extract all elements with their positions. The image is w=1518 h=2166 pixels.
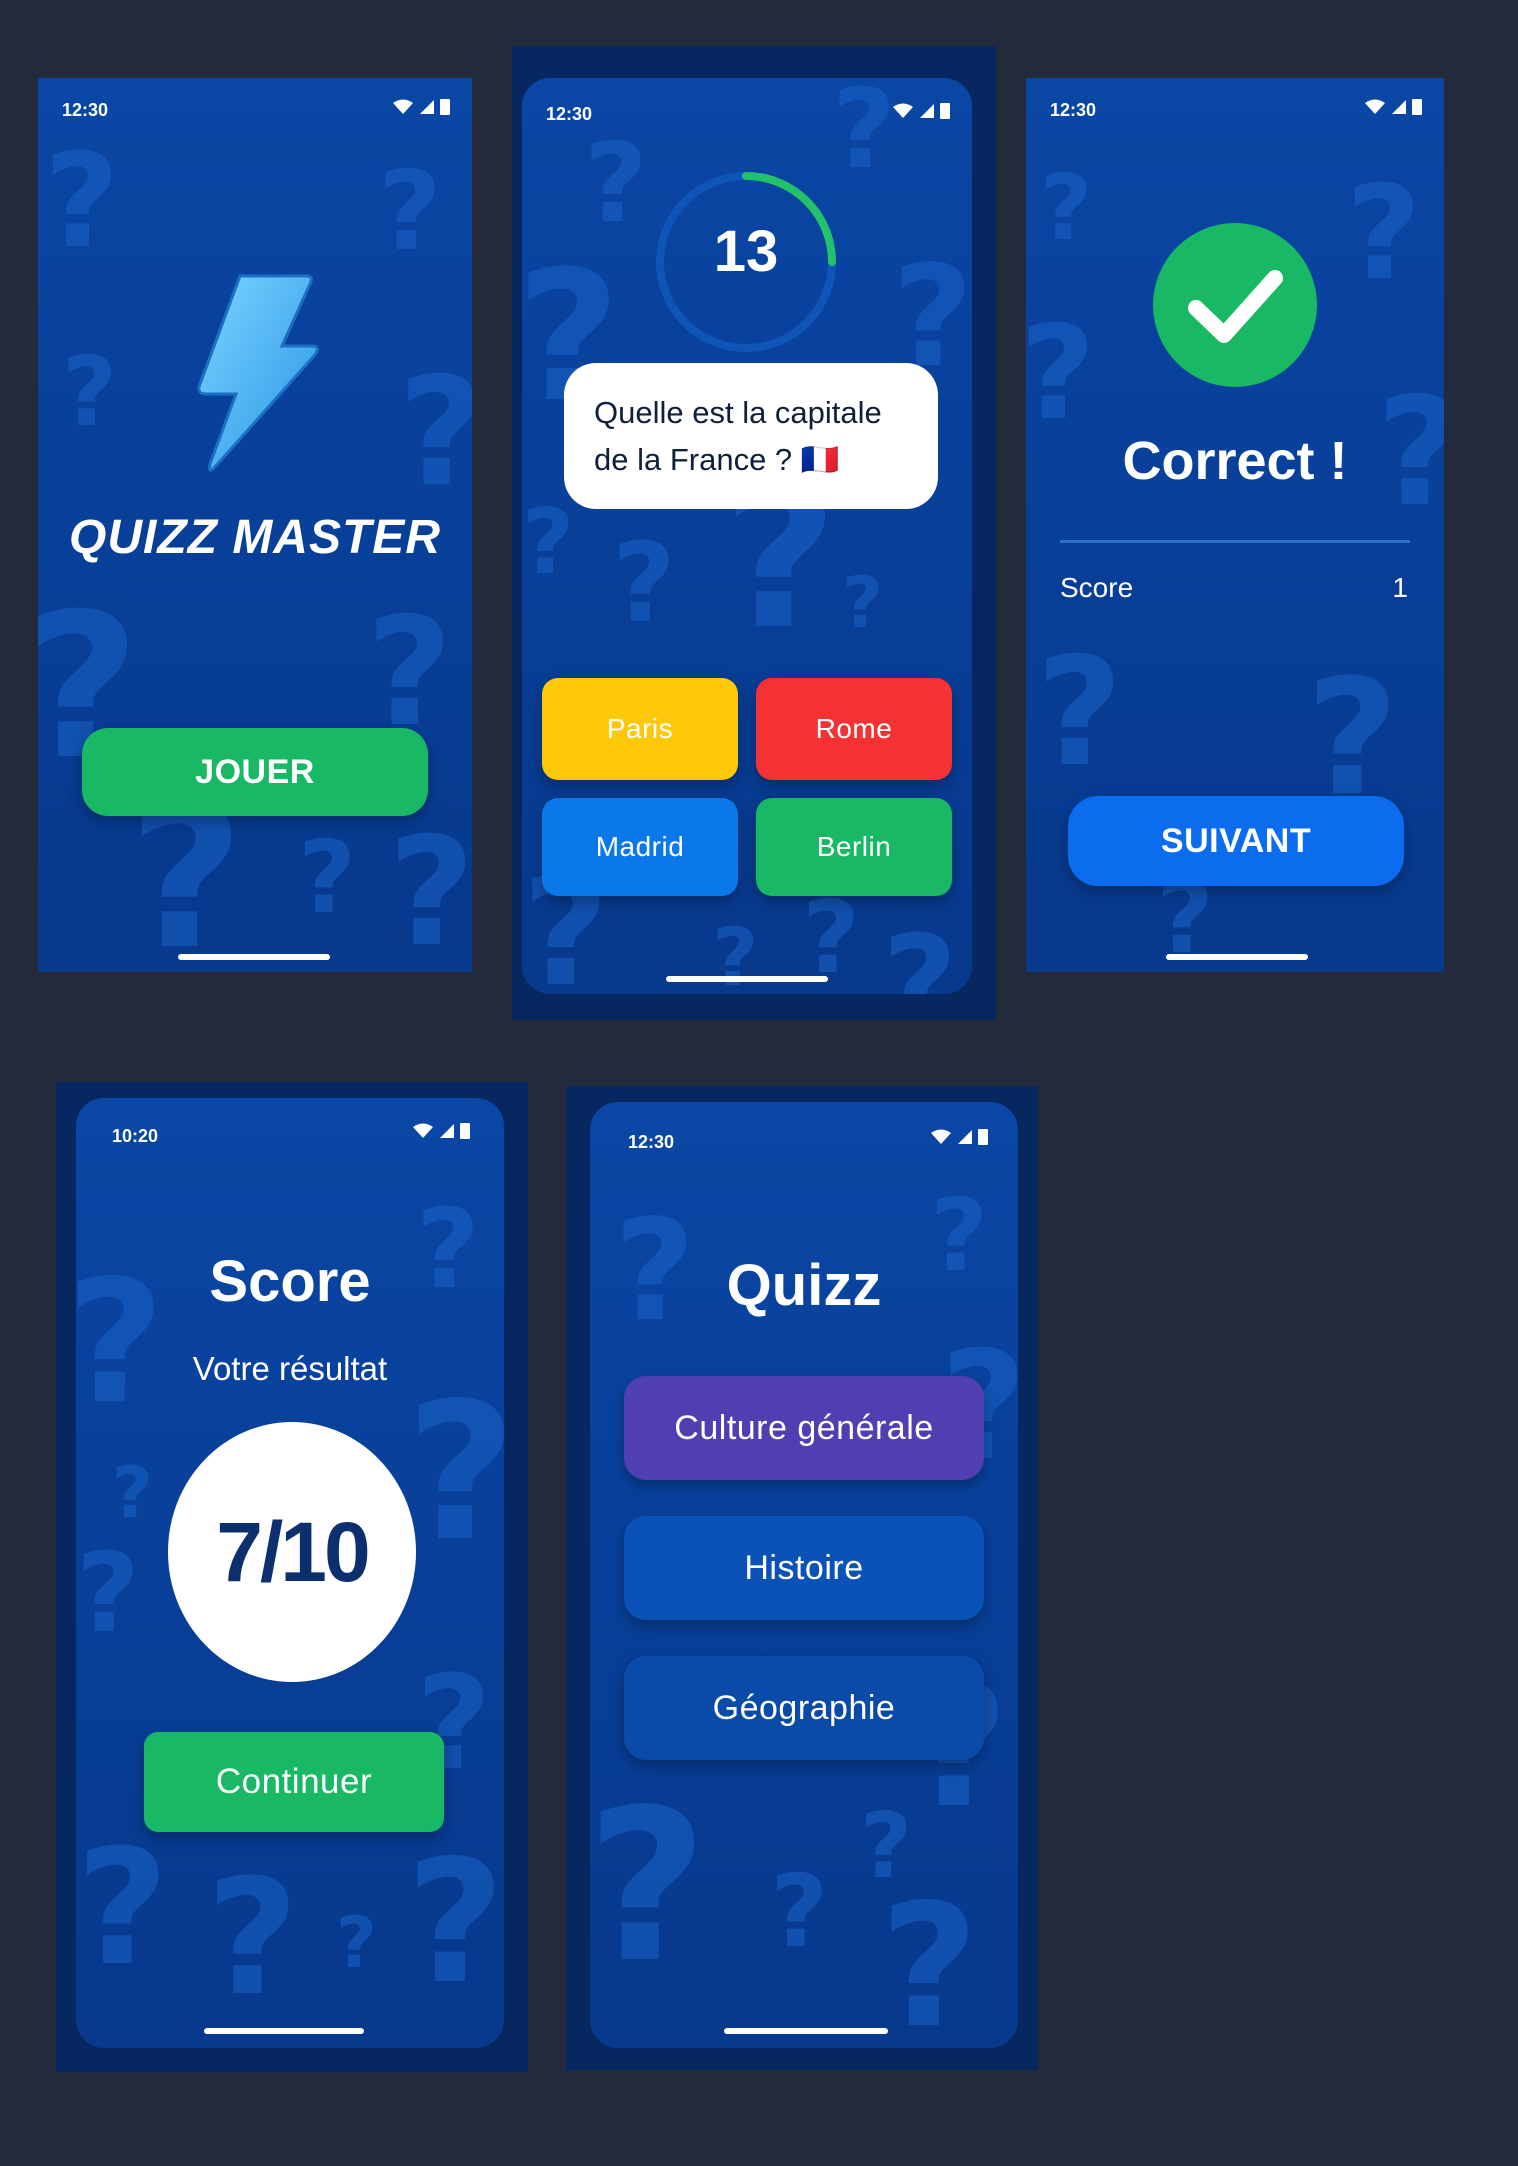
status-bar: 12:30 <box>1026 78 1444 138</box>
question-mark-decoration: ? <box>1040 156 1093 261</box>
score-label: Score <box>1060 572 1134 603</box>
status-icons <box>930 1128 988 1150</box>
question-mark-decoration: ? <box>1346 157 1422 309</box>
signal-icon <box>957 1129 973 1150</box>
continue-button[interactable]: Continuer <box>144 1732 444 1832</box>
question-mark-decoration: ? <box>842 562 883 644</box>
question-screen: 12:30 ? ? ? ? ? ? ? ? ? ? ? ? 13 Quelle … <box>522 78 972 994</box>
status-bar: 10:20 <box>76 1098 504 1158</box>
question-mark-decoration: ? <box>590 1764 708 2009</box>
question-card: Quelle est la capitale de la France ? 🇫🇷 <box>564 363 938 509</box>
wifi-icon <box>392 99 414 120</box>
question-mark-decoration: ? <box>398 358 472 508</box>
category-button-histoire[interactable]: Histoire <box>624 1516 984 1620</box>
wifi-icon <box>930 1129 952 1150</box>
result-circle: 7/10 <box>168 1422 416 1682</box>
question-mark-decoration: ? <box>206 1844 299 2031</box>
status-time: 12:30 <box>62 100 109 120</box>
page-title: Score <box>209 1249 371 1314</box>
question-mark-decoration: ? <box>298 819 357 936</box>
answer-button-paris[interactable]: Paris <box>542 678 738 780</box>
question-mark-decoration: ? <box>612 519 676 647</box>
wifi-icon <box>412 1123 434 1144</box>
question-mark-decoration: ? <box>336 1902 377 1984</box>
question-mark-decoration: ? <box>112 1452 153 1534</box>
question-mark-decoration: ? <box>1306 644 1399 831</box>
home-screen: 12:30 ? ? ? ? ? ? ? ? ? QUIZZ MASTER JOU… <box>38 78 472 972</box>
lightning-icon <box>178 272 328 472</box>
answer-button-berlin[interactable]: Berlin <box>756 798 952 896</box>
answer-button-madrid[interactable]: Madrid <box>542 798 738 896</box>
divider <box>1060 540 1410 543</box>
battery-icon <box>460 1122 470 1144</box>
home-indicator <box>1166 954 1308 960</box>
question-mark-decoration: ? <box>1026 297 1096 449</box>
question-mark-decoration: ? <box>406 1378 504 1568</box>
status-bar: 12:30 <box>590 1102 1018 1162</box>
question-mark-decoration: ? <box>712 911 759 995</box>
score-screen: 10:20 ? ? ? ? ? ? ? ? ? ? Score Votre ré… <box>76 1098 504 2048</box>
next-button[interactable]: SUIVANT <box>1068 796 1404 886</box>
question-mark-decoration: ? <box>522 490 575 595</box>
signal-icon <box>1391 99 1407 120</box>
status-time: 12:30 <box>628 1132 675 1152</box>
category-button-geographie[interactable]: Géographie <box>624 1656 984 1760</box>
question-mark-decoration: ? <box>802 879 861 994</box>
signal-icon <box>439 1123 455 1144</box>
question-mark-decoration: ? <box>62 338 118 448</box>
question-mark-decoration: ? <box>880 1868 979 2048</box>
status-icons <box>892 102 950 124</box>
home-indicator <box>204 2028 364 2034</box>
signal-icon <box>419 99 435 120</box>
question-mark-decoration: ? <box>76 1814 169 2001</box>
question-mark-decoration: ? <box>388 806 472 972</box>
status-time: 12:30 <box>1050 100 1097 120</box>
timer-value: 13 <box>713 219 779 284</box>
battery-icon <box>1412 98 1422 120</box>
categories-screen: 12:30 ? ? ? ? ? ? ? ? Quizz Culture géné… <box>590 1102 1018 2048</box>
status-icons <box>412 1122 470 1144</box>
question-mark-decoration: ? <box>1036 626 1124 800</box>
category-button-culture-generale[interactable]: Culture générale <box>624 1376 984 1480</box>
question-mark-decoration: ? <box>770 1853 829 1970</box>
question-mark-decoration: ? <box>44 125 120 277</box>
app-title: QUIZZ MASTER <box>69 511 441 564</box>
status-icons <box>392 98 450 120</box>
correct-screen: 12:30 ? ? ? ? ? ? ? Correct ! Score 1 SU… <box>1026 78 1444 972</box>
play-button[interactable]: JOUER <box>82 728 428 816</box>
result-value: 7/10 <box>216 1504 370 1599</box>
result-title: Correct ! <box>1122 431 1348 491</box>
question-mark-decoration: ? <box>882 907 958 994</box>
question-mark-decoration: ? <box>76 1529 140 1657</box>
question-mark-decoration: ? <box>378 147 442 275</box>
answer-button-rome[interactable]: Rome <box>756 678 952 780</box>
wifi-icon <box>1364 99 1386 120</box>
question-mark-decoration: ? <box>406 1824 504 2022</box>
home-indicator <box>666 976 828 982</box>
result-subtitle: Votre résultat <box>192 1350 388 1387</box>
home-indicator <box>178 954 330 960</box>
home-indicator <box>724 2028 888 2034</box>
check-icon <box>1152 222 1318 388</box>
page-title: Quizz <box>726 1253 882 1318</box>
signal-icon <box>919 103 935 124</box>
score-value: 1 <box>1392 572 1408 603</box>
battery-icon <box>940 102 950 124</box>
status-time: 10:20 <box>112 1126 159 1146</box>
question-mark-decoration: ? <box>366 586 454 760</box>
battery-icon <box>978 1128 988 1150</box>
battery-icon <box>440 98 450 120</box>
status-icons <box>1364 98 1422 120</box>
question-text: Quelle est la capitale de la France ? 🇫🇷 <box>594 395 882 477</box>
question-mark-decoration: ? <box>584 119 648 247</box>
